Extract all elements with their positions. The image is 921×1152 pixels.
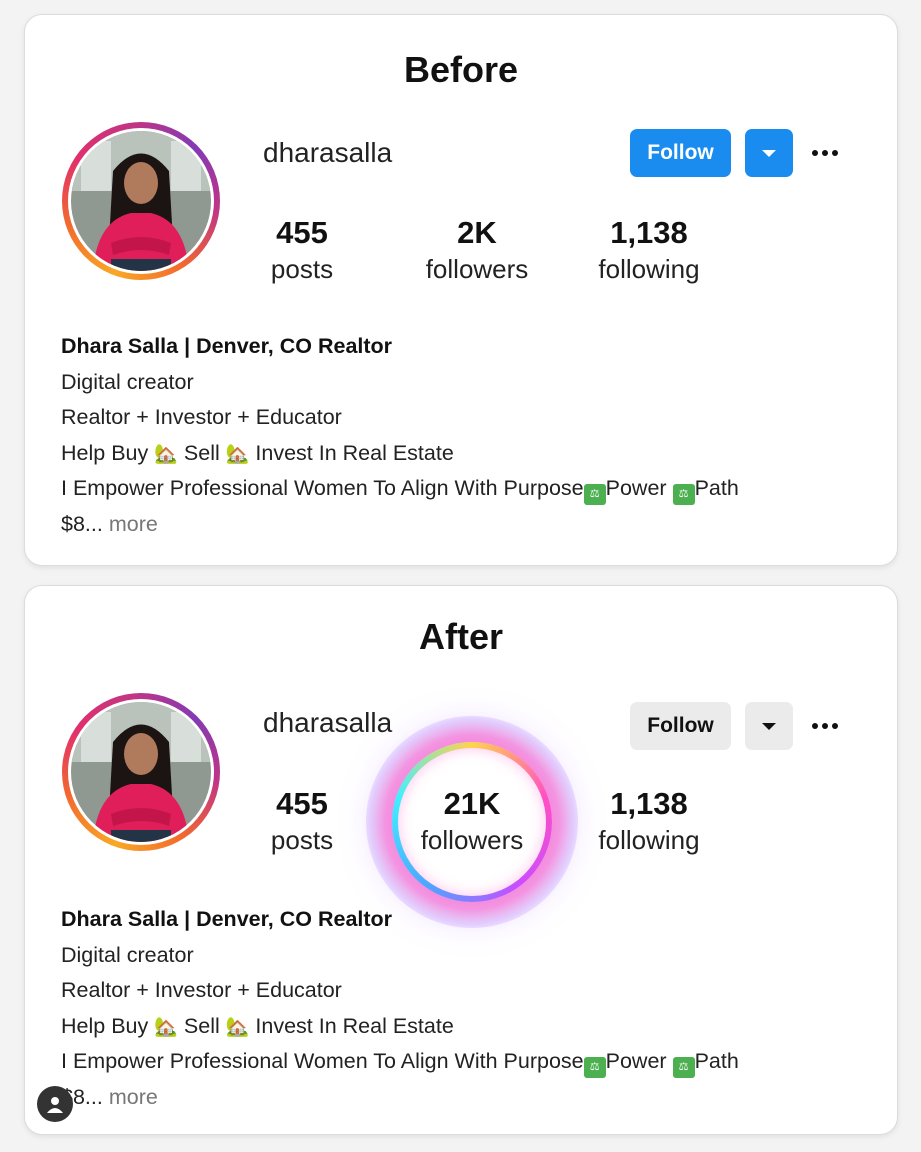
purpose-emoji-icon: ⚖	[672, 1057, 695, 1078]
posts-count: 455	[276, 215, 328, 250]
followers-count: 2K	[457, 215, 497, 250]
followers-stat[interactable]: 21K followers	[392, 786, 552, 858]
after-profile-card: After dharasalla Follow 455 posts 21K fo…	[24, 585, 898, 1135]
username: dharasalla	[263, 707, 393, 738]
follow-button[interactable]: Follow	[630, 702, 731, 750]
purpose-emoji-icon: ⚖	[583, 1057, 606, 1078]
bio-line: Realtor + Investor + Educator	[61, 978, 342, 1002]
posts-stat: 455 posts	[222, 786, 382, 858]
bio-line: Realtor + Investor + Educator	[61, 405, 342, 429]
more-horizontal-icon	[812, 723, 818, 729]
purpose-emoji-icon: ⚖	[672, 484, 695, 505]
before-heading: Before	[403, 49, 519, 90]
followers-count: 21K	[443, 786, 501, 821]
avatar	[71, 702, 211, 842]
username: dharasalla	[263, 137, 393, 168]
suggested-dropdown-button[interactable]	[745, 702, 793, 750]
following-stat[interactable]: 1,138 following	[569, 786, 729, 858]
following-stat[interactable]: 1,138 following	[569, 215, 729, 287]
followers-stat[interactable]: 2K followers	[397, 215, 557, 287]
bio-line: Help Buy 🏡 Sell 🏡 Invest In Real Estate	[61, 440, 454, 465]
following-label: following	[598, 825, 700, 855]
posts-label: posts	[270, 254, 334, 284]
followers-label: followers	[420, 825, 524, 855]
profile-fab-button[interactable]	[37, 1086, 73, 1122]
after-heading: After	[418, 616, 503, 657]
follow-button[interactable]: Follow	[630, 129, 731, 177]
chevron-down-icon	[762, 722, 776, 730]
following-count: 1,138	[610, 215, 688, 250]
house-emoji-icon: 🏡	[225, 1016, 250, 1038]
bio-line: Help Buy 🏡 Sell 🏡 Invest In Real Estate	[61, 1013, 454, 1038]
following-count: 1,138	[610, 786, 688, 821]
bio-line: $8... more	[61, 1084, 158, 1109]
posts-stat: 455 posts	[222, 215, 382, 287]
more-horizontal-icon	[812, 150, 818, 156]
bio-line: I Empower Professional Women To Align Wi…	[61, 473, 877, 509]
more-link[interactable]: more	[109, 1085, 158, 1109]
category: Digital creator	[61, 369, 194, 394]
following-label: following	[598, 254, 700, 284]
full-name: Dhara Salla | Denver, CO Realtor	[61, 907, 393, 931]
bio: Dhara Salla | Denver, CO Realtor Digital…	[61, 331, 877, 544]
bio: Dhara Salla | Denver, CO Realtor Digital…	[61, 904, 877, 1117]
bio-line: I Empower Professional Women To Align Wi…	[61, 1046, 877, 1082]
person-icon	[47, 1097, 63, 1113]
posts-count: 455	[276, 786, 328, 821]
house-emoji-icon: 🏡	[154, 443, 178, 465]
house-emoji-icon: 🏡	[225, 443, 250, 465]
full-name: Dhara Salla | Denver, CO Realtor	[61, 334, 393, 358]
more-options-button[interactable]	[808, 711, 842, 741]
more-options-button[interactable]	[808, 138, 842, 168]
bio-line: $8... more	[61, 511, 158, 536]
house-emoji-icon: 🏡	[154, 1016, 178, 1038]
followers-label: followers	[425, 254, 529, 284]
purpose-emoji-icon: ⚖	[583, 484, 606, 505]
category: Digital creator	[61, 942, 194, 967]
story-ring[interactable]	[62, 693, 220, 851]
posts-label: posts	[270, 825, 334, 855]
before-profile-card: Before dharasalla Follow 455 posts 2K fo…	[24, 14, 898, 566]
chevron-down-icon	[762, 149, 776, 157]
more-link[interactable]: more	[109, 512, 158, 536]
story-ring[interactable]	[62, 122, 220, 280]
avatar	[71, 131, 211, 271]
suggested-dropdown-button[interactable]	[745, 129, 793, 177]
